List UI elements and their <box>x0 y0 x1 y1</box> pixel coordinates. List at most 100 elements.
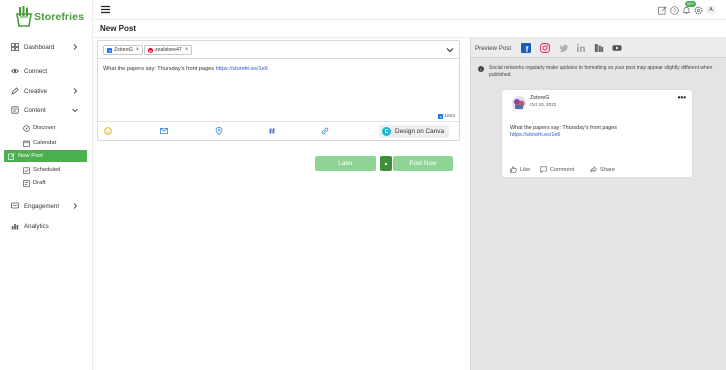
image-icon[interactable] <box>160 127 168 135</box>
preview-panel: Preview Post f i Social networks regular… <box>470 38 726 370</box>
account-name: ZstoreG <box>530 95 550 101</box>
sidebar-item-creative[interactable]: Creative <box>0 84 93 98</box>
settings-gear-icon[interactable] <box>694 6 703 15</box>
info-icon: i <box>478 66 484 72</box>
post-text-editor[interactable]: What the papers say: Thursday's front pa… <box>103 66 453 72</box>
sidebar-subitem-scheduled[interactable]: Scheduled <box>4 164 87 176</box>
facebook-icon: f <box>107 47 112 53</box>
location-icon[interactable] <box>215 127 223 135</box>
sidebar-item-label: Analytics <box>24 222 49 230</box>
thumbs-up-icon <box>510 166 517 173</box>
caret-up-icon: ▴ <box>384 161 388 167</box>
preview-post-card: ZstoreG Oct 20, 2022 ••• What the papers… <box>502 90 692 177</box>
sidebar-item-analytics[interactable]: Analytics <box>0 219 93 233</box>
account-chip: p zealstore47 × <box>144 45 193 55</box>
remove-account-icon[interactable]: × <box>136 47 140 53</box>
edit-icon <box>8 152 15 160</box>
eye-icon <box>11 67 19 75</box>
account-selector[interactable]: f ZstoreG × p zealstore47 × <box>98 41 459 59</box>
sidebar-subitem-new-post[interactable]: New Post <box>4 150 87 162</box>
preview-notice: i Social networks regularly make updates… <box>478 65 723 79</box>
sidebar-subitem-label: Discover <box>33 125 56 131</box>
comment-label: Comment <box>550 166 575 173</box>
sidebar-subitem-label: Calendar <box>33 140 57 146</box>
account-chip: f ZstoreG × <box>103 45 144 55</box>
facebook-icon: f <box>438 114 444 119</box>
share-action[interactable]: Share <box>590 166 615 173</box>
notification-bell-icon[interactable]: 99+ <box>682 0 696 15</box>
remove-account-icon[interactable]: × <box>185 47 189 53</box>
composer-toolbar: C Design on Canva <box>98 121 459 141</box>
canva-icon: C <box>382 127 391 136</box>
hamburger-menu-icon[interactable] <box>101 5 110 14</box>
brand-logo[interactable]: Storefries <box>16 6 84 28</box>
post-now-button[interactable]: Post Now <box>393 156 453 171</box>
compass-icon <box>23 124 30 132</box>
sidebar-item-connect[interactable]: Connect <box>0 64 93 78</box>
preview-post-body: What the papers say: Thursday's front pa… <box>510 125 617 139</box>
preview-post-link[interactable]: https://storefri.es/1e6 <box>510 132 617 139</box>
sidebar-item-engagement[interactable]: Engagement <box>0 199 93 213</box>
share-label: Share <box>600 166 615 173</box>
preview-notice-text: Social networks regularly make updates t… <box>489 65 713 78</box>
later-button[interactable]: Later <box>315 156 376 171</box>
character-count: 1833 <box>444 114 455 119</box>
svg-text:f: f <box>526 45 529 53</box>
user-avatar[interactable]: A <box>706 5 716 15</box>
preview-post-text: What the papers say: Thursday's front pa… <box>510 125 618 131</box>
chevron-right-icon <box>71 87 79 95</box>
sidebar: Storefries Dashboard Connect Creative Co… <box>0 0 93 370</box>
help-icon[interactable]: ? <box>670 5 679 15</box>
instagram-tab-icon[interactable] <box>540 43 550 53</box>
sidebar-subitem-draft[interactable]: Draft <box>4 177 87 189</box>
like-action[interactable]: Like <box>510 166 530 173</box>
design-on-canva-button[interactable]: C Design on Canva <box>379 125 449 138</box>
compose-icon[interactable] <box>658 5 667 15</box>
chevron-right-icon <box>71 43 79 51</box>
grid-icon <box>11 43 19 51</box>
fries-logo-icon <box>16 6 32 28</box>
post-text: What the papers say: Thursday's front pa… <box>103 66 216 72</box>
account-avatar <box>512 96 526 110</box>
youtube-tab-icon[interactable] <box>612 43 622 53</box>
sidebar-subitem-label: Scheduled <box>33 167 61 173</box>
twitter-tab-icon[interactable] <box>559 43 569 53</box>
chevron-right-icon <box>71 202 79 210</box>
sidebar-item-dashboard[interactable]: Dashboard <box>0 40 93 54</box>
top-icons: ? 99+ A <box>658 0 716 15</box>
chart-icon <box>11 222 19 230</box>
like-label: Like <box>520 166 531 173</box>
share-icon <box>590 166 597 173</box>
post-date: Oct 20, 2022 <box>530 102 557 107</box>
calendar-icon <box>23 139 30 147</box>
draft-icon <box>23 179 30 187</box>
sidebar-item-label: Engagement <box>24 202 60 210</box>
hashtag-icon[interactable] <box>268 127 276 135</box>
chevron-down-icon[interactable] <box>446 46 454 54</box>
linkedin-tab-icon[interactable] <box>576 43 586 53</box>
pen-icon <box>11 87 19 95</box>
comment-icon <box>540 166 547 173</box>
preview-header: Preview Post f <box>471 38 726 58</box>
chevron-down-icon <box>71 106 79 114</box>
sidebar-item-content[interactable]: Content <box>0 103 93 117</box>
pinterest-icon: p <box>148 47 153 53</box>
facebook-tab-icon[interactable]: f <box>521 43 531 53</box>
sidebar-subitem-discover[interactable]: Discover <box>4 122 87 134</box>
post-link[interactable]: https://storefri.es/1e6 <box>216 66 268 72</box>
more-options-icon[interactable]: ••• <box>678 93 686 102</box>
post-composer: f ZstoreG × p zealstore47 × What the pap… <box>97 40 460 141</box>
emoji-icon[interactable] <box>104 127 112 135</box>
sidebar-subitem-calendar[interactable]: Calendar <box>4 137 87 149</box>
comment-action[interactable]: Comment <box>540 166 574 173</box>
sidebar-subitem-label: New Post <box>18 153 43 159</box>
brand-name: Storefries <box>34 11 85 23</box>
top-bar: ? 99+ A <box>93 0 726 20</box>
google-business-tab-icon[interactable] <box>594 43 604 53</box>
link-icon[interactable] <box>321 127 329 135</box>
post-options-button[interactable]: ▴ <box>380 156 392 171</box>
character-counter: f 1833 <box>438 114 455 119</box>
sidebar-subitem-label: Draft <box>33 180 46 186</box>
preview-title: Preview Post <box>475 45 512 52</box>
content-icon <box>11 106 19 114</box>
